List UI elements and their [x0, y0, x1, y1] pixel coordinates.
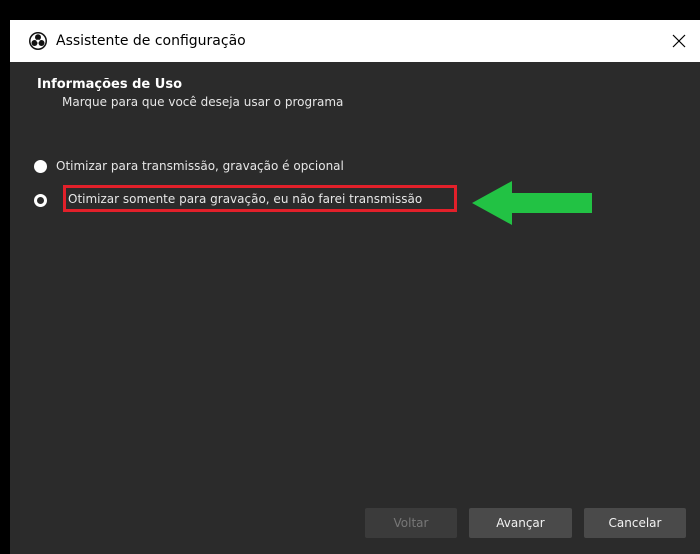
red-highlight-box: Otimizar somente para gravação, eu não f… — [63, 185, 457, 212]
option-streaming[interactable]: Otimizar para transmissão, gravação é op… — [34, 156, 344, 176]
title-bar: Assistente de configuração — [10, 20, 700, 62]
obs-logo-icon — [29, 32, 47, 50]
window-title: Assistente de configuração — [56, 33, 246, 49]
cancel-button[interactable]: Cancelar — [584, 508, 686, 538]
next-button[interactable]: Avançar — [469, 508, 572, 538]
back-button[interactable]: Voltar — [365, 508, 457, 538]
close-icon — [672, 34, 686, 48]
option-recording-label[interactable]: Otimizar somente para gravação, eu não f… — [68, 192, 454, 206]
wizard-content: Informações de Uso Marque para que você … — [10, 62, 700, 554]
close-button[interactable] — [658, 20, 700, 62]
page-heading: Informações de Uso — [37, 77, 182, 92]
radio-button-streaming[interactable] — [34, 159, 47, 173]
wizard-footer: Voltar Avançar Cancelar — [365, 508, 686, 538]
page-subheading: Marque para que você deseja usar o progr… — [62, 95, 344, 109]
option-streaming-label: Otimizar para transmissão, gravação é op… — [56, 159, 344, 173]
green-arrow-icon — [472, 181, 592, 225]
radio-button-recording[interactable] — [34, 193, 47, 207]
setup-wizard-window: Assistente de configuração Informações d… — [10, 20, 700, 554]
option-recording[interactable] — [34, 190, 47, 210]
